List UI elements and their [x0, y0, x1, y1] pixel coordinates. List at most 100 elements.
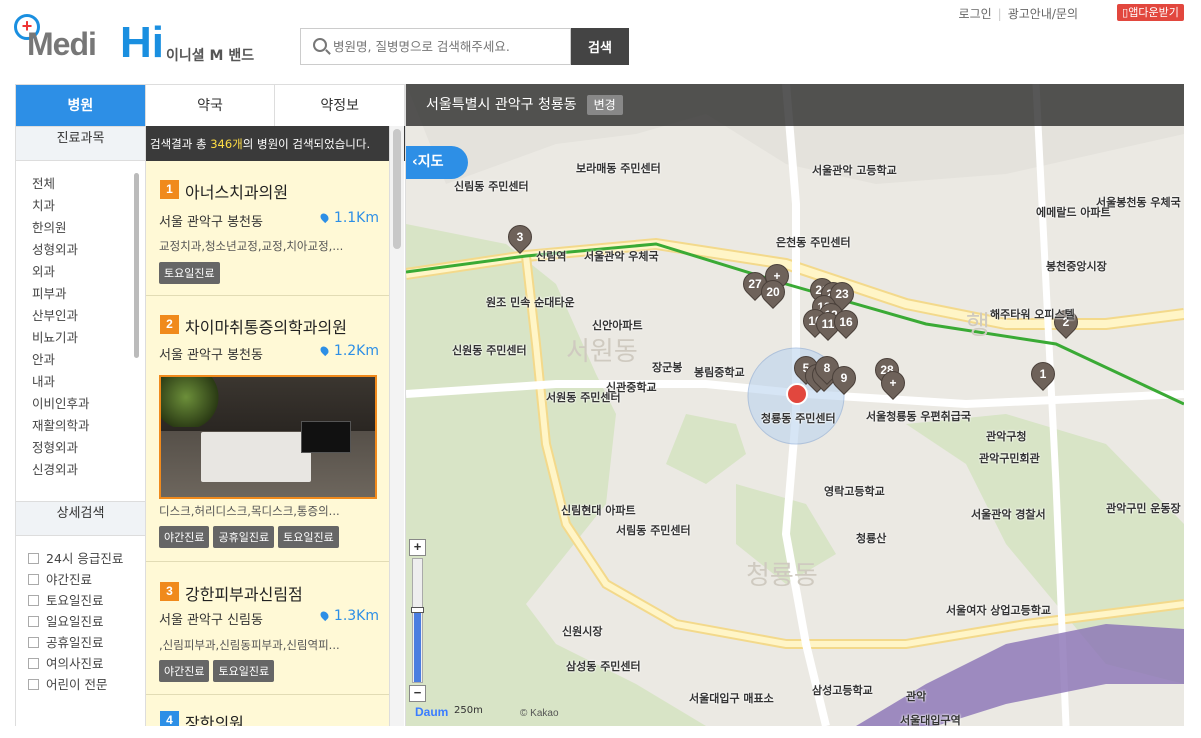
dept-title: 진료과목	[16, 126, 145, 161]
scroll-thumb[interactable]	[393, 129, 401, 249]
marker-label: 3	[516, 230, 524, 244]
results-scrollbar[interactable]	[389, 126, 404, 726]
checkbox[interactable]	[28, 658, 39, 669]
hospital-name[interactable]: 장한의원	[185, 710, 244, 726]
map-label: 서원동 주민센터	[546, 391, 621, 404]
login-link[interactable]: 로그인	[959, 7, 992, 21]
map-label: 관악	[906, 690, 927, 703]
hospital-tags: 디스크,허리디스크,목디스크,통증의...	[159, 504, 340, 518]
tab-drug-info[interactable]: 약정보	[275, 85, 406, 126]
marker-label: 9	[840, 371, 848, 385]
list-item[interactable]: 2 차이마취통증의학과의원 서울 관악구 봉천동 1.2Km 디스크,허리디스크…	[146, 296, 389, 562]
option-label: 어린이 전문	[46, 677, 108, 692]
dept-item[interactable]: 재활의학과	[32, 415, 145, 437]
dept-item[interactable]: 정형외과	[32, 437, 145, 459]
dept-item[interactable]: 안과	[32, 349, 145, 371]
svg-text:청룡동: 청룡동	[746, 561, 818, 591]
map-label: 해주타워 오피스텔	[990, 308, 1075, 321]
dept-item[interactable]: 전체	[32, 173, 145, 195]
rank-badge: 4	[160, 711, 179, 726]
option-label: 여의사진료	[46, 656, 104, 671]
logo-text: Medi	[27, 26, 97, 62]
photo-desk	[201, 432, 311, 482]
search-icon	[313, 38, 327, 52]
search-button[interactable]: 검색	[571, 28, 629, 65]
distance: 1.2Km	[321, 343, 379, 359]
map-label: 신림동 주민센터	[454, 180, 529, 193]
zoom-in-button[interactable]: +	[409, 539, 426, 556]
option-female-doctor[interactable]: 여의사진료	[28, 653, 145, 674]
checkbox[interactable]	[28, 616, 39, 627]
zoom-track[interactable]	[411, 558, 424, 683]
logo-hi: Hi	[120, 18, 164, 67]
marker-label: 20	[766, 285, 780, 299]
list-item[interactable]: 1 아너스치과의원 서울 관악구 봉천동 1.1Km 교정치과,청소년교정,교정…	[146, 161, 389, 296]
dept-item[interactable]: 비뇨기과	[32, 327, 145, 349]
badges: 토요일진료	[159, 262, 220, 284]
hospital-address: 서울 관악구 봉천동	[159, 215, 263, 230]
zoom-handle[interactable]	[411, 607, 424, 613]
map-label: 관악구민 운동장	[1106, 502, 1181, 515]
distance: 1.1Km	[321, 210, 379, 226]
option-children[interactable]: 어린이 전문	[28, 674, 145, 695]
checkbox[interactable]	[28, 574, 39, 585]
daum-logo: Daum	[415, 705, 449, 719]
dept-item[interactable]: 한의원	[32, 217, 145, 239]
dept-item[interactable]: 치과	[32, 195, 145, 217]
option-holiday[interactable]: 공휴일진료	[28, 632, 145, 653]
location-text: 서울특별시 관악구 청룡동	[426, 97, 577, 113]
search-input[interactable]	[333, 29, 568, 64]
map-back-button[interactable]: ‹지도	[406, 146, 468, 179]
dept-item[interactable]: 신경외과	[32, 459, 145, 481]
badges: 야간진료 공휴일진료 토요일진료	[159, 526, 339, 548]
dept-item[interactable]: 피부과	[32, 283, 145, 305]
map-label: 봉천중앙시장	[1046, 260, 1107, 273]
map-label: 서울대입구역	[900, 714, 961, 726]
medihi-logo[interactable]: + Medi Hi 이니셜 M 밴드	[14, 12, 264, 72]
ad-inquiry-link[interactable]: 광고안내/문의	[1008, 7, 1078, 21]
checkbox[interactable]	[28, 595, 39, 606]
option-sunday[interactable]: 일요일진료	[28, 611, 145, 632]
hospital-address: 서울 관악구 봉천동	[159, 348, 263, 363]
option-night[interactable]: 야간진료	[28, 569, 145, 590]
hospital-name[interactable]: 차이마취통증의학과의원	[185, 314, 347, 338]
dept-item[interactable]: 산부인과	[32, 305, 145, 327]
dept-item[interactable]: 외과	[32, 261, 145, 283]
list-item[interactable]: 3 강한피부과신림점 서울 관악구 신림동 1.3Km ,신림피부과,신림동피부…	[146, 562, 389, 695]
map-label: 에메랄드 아파트	[1036, 206, 1111, 219]
rank-badge: 3	[160, 582, 179, 601]
tab-pharmacy[interactable]: 약국	[145, 85, 276, 126]
checkbox[interactable]	[28, 553, 39, 564]
option-saturday[interactable]: 토요일진료	[28, 590, 145, 611]
map-label: 원조 민속 순대타운	[486, 296, 575, 309]
rank-badge: 2	[160, 315, 179, 334]
logo-sub: 이니셜 M 밴드	[166, 48, 255, 64]
hospital-photo[interactable]	[159, 375, 377, 499]
option-label: 야간진료	[46, 572, 93, 587]
zoom-fill	[414, 609, 421, 682]
dept-item[interactable]: 성형외과	[32, 239, 145, 261]
hospital-name[interactable]: 아너스치과의원	[185, 179, 288, 203]
dept-item[interactable]: 내과	[32, 371, 145, 393]
map-label: 은천동 주민센터	[776, 236, 851, 249]
map-label: 신안아파트	[592, 319, 643, 332]
map-canvas[interactable]: 서원동 행 청룡동 3 27 + 20 21 22 23 13 12 10 11…	[406, 84, 1184, 726]
checkbox[interactable]	[28, 637, 39, 648]
dept-scrollbar[interactable]	[134, 173, 139, 358]
top-links: 로그인 | 광고안내/문의	[956, 5, 1081, 22]
zoom-out-button[interactable]: −	[409, 685, 426, 702]
detail-title: 상세검색	[16, 501, 145, 536]
hospital-name[interactable]: 강한피부과신림점	[185, 581, 303, 605]
checkbox[interactable]	[28, 679, 39, 690]
option-label: 24시 응급진료	[46, 551, 124, 566]
map-label: 신림현대 아파트	[561, 504, 636, 517]
dept-item[interactable]: 이비인후과	[32, 393, 145, 415]
option-24h[interactable]: 24시 응급진료	[28, 548, 145, 569]
app-download-button[interactable]: ▯앱다운받기	[1117, 4, 1184, 21]
search-box[interactable]	[300, 28, 571, 65]
list-item[interactable]: 4 장한의원	[146, 695, 389, 726]
tab-hospital[interactable]: 병원	[16, 85, 146, 126]
change-location-button[interactable]: 변경	[586, 95, 623, 115]
badge: 토요일진료	[159, 262, 220, 284]
badge: 야간진료	[159, 660, 210, 682]
